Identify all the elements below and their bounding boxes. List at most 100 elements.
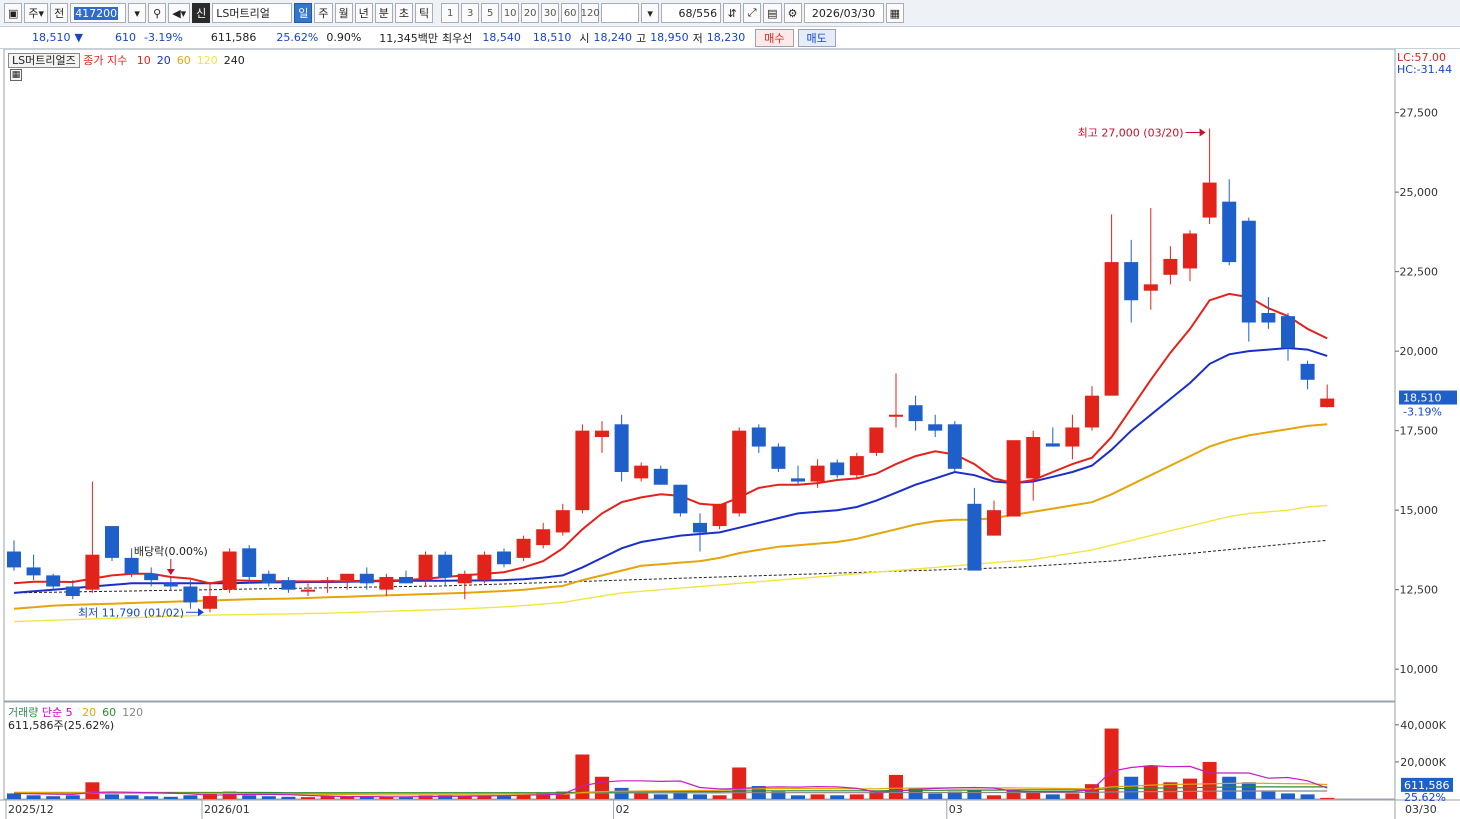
candle-body <box>1320 398 1335 408</box>
speaker-icon[interactable]: ◀▾ <box>168 3 191 23</box>
jeon-button[interactable]: 전 <box>50 3 69 23</box>
volume-bar <box>281 796 296 799</box>
interval-button[interactable]: 1 <box>441 3 460 23</box>
stock-name-field[interactable]: LS머트리얼 <box>212 3 293 23</box>
price-tag-value: 18,510 <box>1403 392 1442 405</box>
volume-bar <box>242 795 257 799</box>
candle-body <box>810 465 825 482</box>
candle-body <box>967 503 982 571</box>
candle-body <box>85 554 100 590</box>
candle-tool-icon[interactable]: ⇵ <box>723 3 742 23</box>
price-tick-label: 20,000 <box>1400 345 1439 358</box>
candle-body <box>183 586 198 603</box>
candle-body <box>614 424 629 473</box>
candle-body <box>1300 363 1315 380</box>
volume-bar <box>1261 791 1276 799</box>
volume-bar <box>830 795 845 799</box>
period-tabs: 일주월년분초틱 <box>294 3 434 23</box>
code-dropdown-icon[interactable]: ▾ <box>128 3 147 23</box>
price-tick-label: 17,500 <box>1400 425 1439 438</box>
interval-input[interactable] <box>601 3 640 23</box>
save-icon[interactable]: ▤ <box>763 3 782 23</box>
candle-body <box>732 430 747 514</box>
gear-icon[interactable]: ⚙ <box>783 3 802 23</box>
volume-bar <box>928 793 943 799</box>
interval-button[interactable]: 20 <box>521 3 540 23</box>
candle-body <box>536 529 551 546</box>
candle-body <box>693 522 707 533</box>
interval-button[interactable]: 3 <box>461 3 480 23</box>
bar-count-field[interactable]: 68/556 <box>661 3 722 23</box>
interval-button[interactable]: 60 <box>561 3 580 23</box>
candle-body <box>320 580 335 583</box>
search-icon[interactable]: ⚲ <box>148 3 167 23</box>
candle-body <box>1006 440 1021 517</box>
grid-table-icon[interactable]: ▦ <box>10 69 22 81</box>
sell-button[interactable]: 매도 <box>797 28 836 47</box>
low-annotation: 최저 11,790 (01/02) <box>78 606 184 619</box>
draw-tool-icon[interactable]: ⤢ <box>743 3 762 23</box>
legend-ma-item: 60 <box>176 54 191 67</box>
stock-code-input[interactable]: 417200 <box>70 3 127 23</box>
high-arrowhead-icon <box>1199 128 1206 137</box>
period-tab[interactable]: 틱 <box>415 3 434 23</box>
candle-body <box>379 576 394 590</box>
stock-code-text: 417200 <box>74 6 119 20</box>
volume-bar <box>987 795 1001 799</box>
interval-buttons: 1 3 5 10 20 30 60 120 <box>441 3 600 23</box>
period-tab[interactable]: 초 <box>394 3 414 23</box>
candle-body <box>65 586 80 597</box>
market-select[interactable]: 주 ▾ <box>24 3 49 23</box>
interval-button[interactable]: 120 <box>581 3 600 23</box>
legend-index-label: 종가 지수 <box>83 54 128 67</box>
volume-bar <box>1045 794 1060 799</box>
candle-body <box>1143 284 1158 291</box>
candle-body <box>1281 316 1295 348</box>
interval-dropdown-icon[interactable]: ▾ <box>641 3 660 23</box>
period-tab[interactable]: 월 <box>334 3 353 23</box>
candle-body <box>712 503 727 527</box>
period-tab[interactable]: 일 <box>294 3 313 23</box>
calendar-icon[interactable]: ▦ <box>885 3 904 23</box>
period-tab[interactable]: 년 <box>354 3 373 23</box>
legend-ma-item: 10 <box>136 54 151 67</box>
date-field[interactable]: 2026/03/30 <box>803 3 884 23</box>
candle-body <box>281 580 296 590</box>
high-label: 고 <box>636 31 647 45</box>
period-tab[interactable]: 분 <box>374 3 393 23</box>
interval-button[interactable]: 30 <box>541 3 560 23</box>
ma10-line <box>13 292 1328 585</box>
candle-body <box>144 573 159 581</box>
legend-stock-name[interactable]: LS머트리얼즈 <box>8 53 80 68</box>
volume-bar <box>1065 793 1080 799</box>
interval-button[interactable]: 5 <box>481 3 500 23</box>
window-icon[interactable]: ▣ <box>4 3 23 23</box>
chart-canvas[interactable]: 10,000 12,500 15,000 17,500 20,000 22,500 25,0… <box>0 49 1460 819</box>
volume-bar <box>46 796 61 799</box>
candle-body <box>26 567 41 576</box>
volume-bar <box>183 795 198 799</box>
candle-body <box>908 405 923 422</box>
candle-body <box>849 456 864 476</box>
volume-value: 611,586 <box>210 31 257 44</box>
volume-bar <box>163 796 178 799</box>
market-label: 주 <box>28 7 39 20</box>
candle-body <box>1202 182 1217 218</box>
high-price: 18,950 <box>650 31 689 44</box>
volume-bar <box>673 793 688 799</box>
candle-body <box>163 583 178 587</box>
buy-button[interactable]: 매수 <box>755 28 794 47</box>
price-tick-label: 15,000 <box>1400 504 1439 517</box>
candle-body <box>242 548 257 577</box>
price-tag-pct: -3.19% <box>1403 406 1442 419</box>
volume-bar <box>1281 793 1295 799</box>
open-price: 18,240 <box>593 31 633 44</box>
period-tab[interactable]: 주 <box>314 3 333 23</box>
candle-body <box>1104 262 1119 396</box>
interval-button[interactable]: 10 <box>501 3 520 23</box>
volume-bar <box>849 794 864 799</box>
candle-body <box>791 478 805 482</box>
dividend-arrowhead-icon <box>166 568 175 575</box>
candle-body <box>457 573 472 584</box>
candle-body <box>399 576 413 584</box>
